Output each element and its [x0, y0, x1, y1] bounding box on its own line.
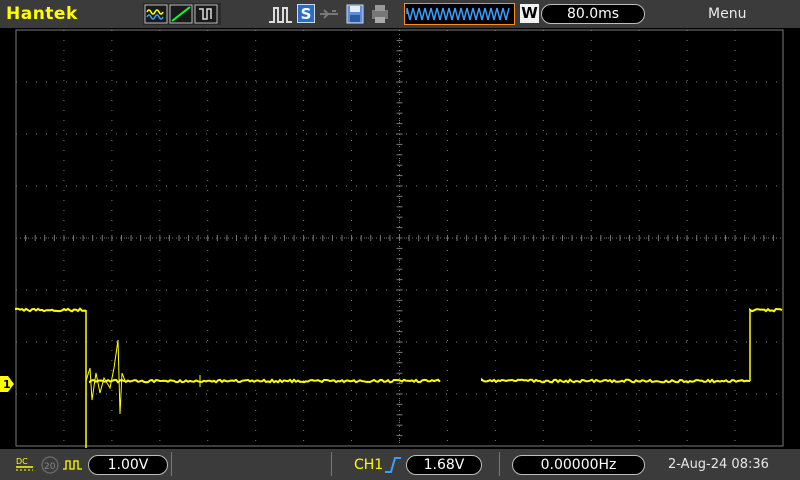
- usb-icon: [318, 4, 342, 24]
- trigger-edge-icon[interactable]: [266, 4, 294, 24]
- acquire-mode-badge[interactable]: W: [520, 4, 539, 23]
- printer-icon[interactable]: [370, 4, 390, 24]
- acquire-mode-icons[interactable]: [143, 3, 221, 25]
- trace-segment-low: [482, 380, 750, 383]
- trace-segment-high: [750, 309, 782, 311]
- divider: [171, 452, 172, 476]
- waveform-mode-icons: [143, 3, 221, 25]
- brand-logo: Hantek: [6, 4, 78, 24]
- graticule: [0, 28, 800, 449]
- svg-text:1: 1: [3, 378, 11, 391]
- stop-single-badge[interactable]: S: [297, 4, 315, 23]
- divider: [331, 452, 332, 476]
- waveform-display: [0, 28, 800, 449]
- divider: [499, 452, 500, 476]
- probe-pulse-icon: [62, 455, 84, 475]
- ch1-volts-per-div[interactable]: 1.00V: [88, 455, 168, 475]
- coupling-dc-icon[interactable]: DC: [15, 455, 37, 475]
- trigger-source[interactable]: CH1: [354, 457, 383, 473]
- svg-text:DC: DC: [16, 457, 28, 466]
- menu-button[interactable]: Menu: [708, 6, 746, 22]
- bandwidth-limit-icon[interactable]: 20: [40, 455, 60, 475]
- svg-text:20: 20: [44, 462, 56, 472]
- record-waveform-icon: [405, 4, 514, 24]
- ch1-ground-marker[interactable]: 1: [0, 376, 14, 392]
- timebase-readout[interactable]: 80.0ms: [541, 4, 645, 24]
- trace-segment-high: [16, 309, 86, 312]
- trace-segment-low: [90, 380, 440, 383]
- memory-position-indicator[interactable]: [404, 3, 515, 25]
- top-status-bar: [0, 0, 800, 28]
- save-disk-icon[interactable]: [345, 4, 365, 24]
- datetime: 2-Aug-24 08:36: [668, 457, 769, 472]
- frequency-counter: 0.00000Hz: [512, 455, 645, 475]
- rising-edge-icon[interactable]: [383, 455, 403, 475]
- trigger-level[interactable]: 1.68V: [406, 455, 482, 475]
- trace-ringing: [86, 340, 126, 414]
